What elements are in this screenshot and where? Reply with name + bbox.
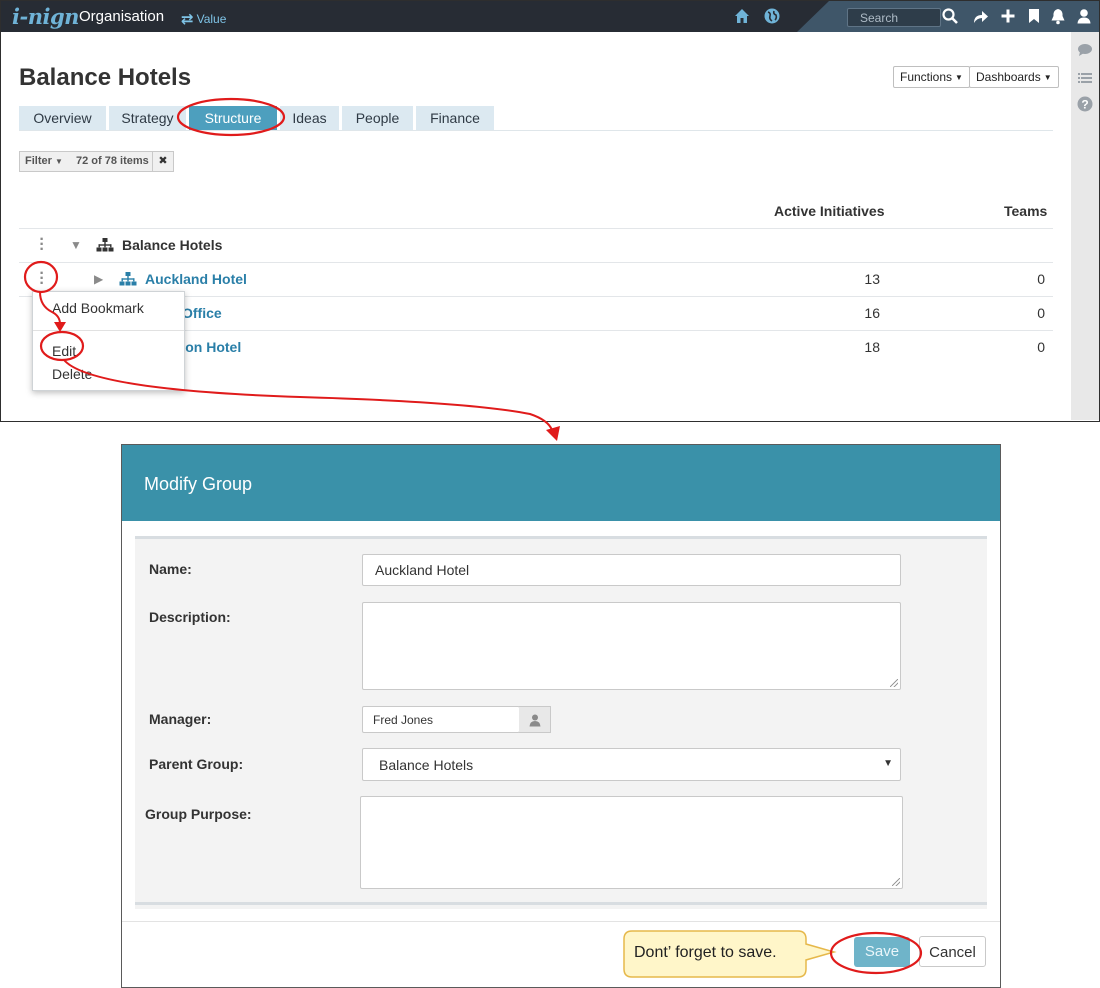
arrowhead [546,426,560,441]
help-icon[interactable]: ? [1077,96,1093,112]
filter-count: 72 of 78 items [76,155,149,167]
filter-dropdown[interactable]: Filter ▼ [20,152,71,171]
user-icon[interactable] [1075,7,1093,25]
table-row-link[interactable]: Office [182,305,222,321]
plus-icon[interactable] [999,7,1017,25]
group-purpose-textarea[interactable] [360,796,903,889]
caret-down-icon: ▼ [955,73,963,82]
search-input[interactable] [848,10,946,25]
globe-icon[interactable] [763,7,781,25]
bell-icon[interactable] [1049,7,1067,25]
parent-group-value: Balance Hotels [379,757,474,773]
table-divider [19,262,1053,263]
dialog-footer-divider [122,921,1000,922]
dashboards-label: Dashboards [976,70,1041,84]
user-icon [529,714,540,727]
name-value: Auckland Hotel [375,562,470,578]
user-picker-button[interactable] [519,706,551,733]
tab-people[interactable]: People [342,106,413,130]
search-icon[interactable] [941,7,959,25]
table-cell-initiatives: 16 [864,305,880,321]
tab-structure[interactable]: Structure [189,106,277,130]
manager-value: Fred Jones [373,713,434,727]
parent-group-select[interactable]: Balance Hotels ▼ [362,748,901,781]
tabs-divider [19,130,1053,131]
expand-triangle-icon[interactable]: ▶ [94,272,103,286]
table-cell-teams: 0 [1037,271,1045,287]
cancel-button[interactable]: Cancel [919,936,986,967]
hierarchy-icon [96,238,114,252]
manager-label: Manager: [149,711,212,727]
bookmark-icon[interactable] [1025,7,1043,25]
top-navbar: i-nign Organisation ⇄ Value [1,1,1099,32]
table-divider [184,330,1053,331]
manager-field[interactable]: Fred Jones [362,706,520,733]
filter-label: Filter [25,155,52,167]
parent-group-label: Parent Group: [149,756,244,772]
menu-item-delete[interactable]: Delete [52,366,92,382]
page-title: Balance Hotels [19,64,192,91]
dialog-header: Modify Group [122,445,1000,521]
org-title[interactable]: Organisation [79,8,164,25]
value-switch-label: Value [196,12,227,26]
caret-down-icon: ▼ [54,157,63,166]
filter-bar: Filter ▼ 72 of 78 items ✖ [19,151,174,172]
description-label: Description: [149,609,231,625]
swap-icon: ⇄ [181,11,194,28]
tab-ideas[interactable]: Ideas [280,106,339,130]
row-context-menu: Add Bookmark Edit Delete [32,291,185,391]
form-panel-bottom [135,902,987,905]
menu-item-edit[interactable]: Edit [52,343,76,359]
right-rail: ? [1071,32,1099,420]
dialog-title: Modify Group [144,474,253,494]
column-header-active-initiatives[interactable]: Active Initiatives [774,203,885,219]
resize-handle[interactable] [890,679,898,687]
svg-text:?: ? [1081,98,1088,112]
row-actions-icon[interactable]: · · · [37,266,47,292]
hierarchy-icon [119,272,137,286]
group-purpose-label: Group Purpose: [145,806,252,822]
modify-group-dialog: Modify Group Name: Auckland Hotel Descri… [121,444,1001,988]
functions-dropdown[interactable]: Functions ▼ [893,66,970,88]
row-actions-icon[interactable]: · · · [37,232,47,258]
name-field[interactable]: Auckland Hotel [362,554,901,586]
resize-handle[interactable] [892,878,900,886]
dashboards-dropdown[interactable]: Dashboards ▼ [969,66,1059,88]
table-row-link[interactable]: Auckland Hotel [145,271,247,287]
table-cell-initiatives: 13 [864,271,880,287]
value-switch-link[interactable]: ⇄ Value [181,9,227,28]
app-window: i-nign Organisation ⇄ Value Search ? Bal… [0,0,1100,422]
comment-icon[interactable] [1077,42,1093,58]
app-logo[interactable]: i-nign [12,4,79,29]
caret-down-icon: ▼ [1043,73,1052,82]
table-cell-teams: 0 [1037,305,1045,321]
menu-item-add-bookmark[interactable]: Add Bookmark [52,300,144,316]
table-cell-teams: 0 [1037,339,1045,355]
name-label: Name: [149,561,192,577]
table-row-name[interactable]: Balance Hotels [122,237,222,253]
list-icon[interactable] [1077,70,1093,86]
description-textarea[interactable] [362,602,901,690]
tab-overview[interactable]: Overview [19,106,106,130]
table-divider [19,228,1053,229]
tab-finance[interactable]: Finance [416,106,494,130]
save-button[interactable]: Save [854,937,910,967]
search-field[interactable] [847,8,946,27]
share-icon[interactable] [971,7,989,25]
save-reminder-tooltip: Dont’ forget to save. [634,944,777,961]
menu-divider [33,330,184,331]
column-header-teams[interactable]: Teams [1004,203,1047,219]
select-caret-icon: ▼ [883,758,893,769]
collapse-triangle-icon[interactable]: ▼ [70,238,82,252]
functions-label: Functions [900,70,953,84]
table-cell-initiatives: 18 [864,339,880,355]
tab-strategy[interactable]: Strategy [109,106,186,130]
clear-filter-icon[interactable]: ✖ [152,152,173,171]
home-icon[interactable] [733,7,751,25]
